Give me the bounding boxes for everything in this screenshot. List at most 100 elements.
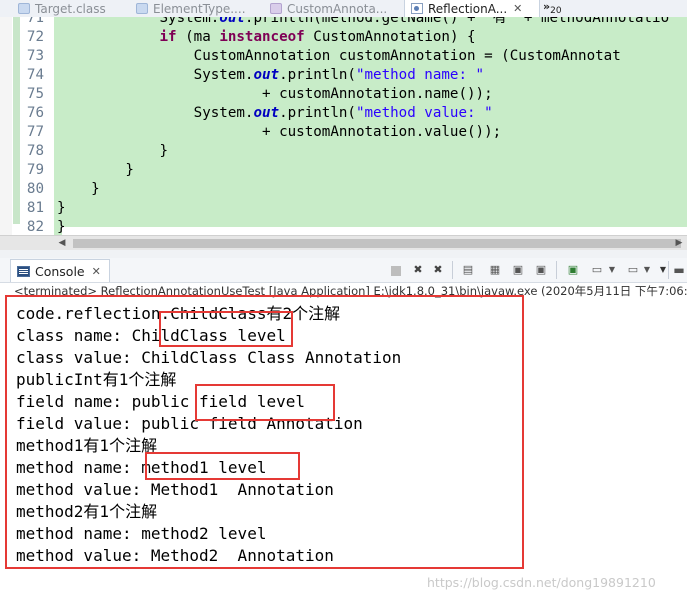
editor-tab-elementtype[interactable]: ElementType.... xyxy=(136,0,262,17)
line-number: 75 xyxy=(26,86,44,102)
class-file-icon xyxy=(136,3,148,14)
line-number: 72 xyxy=(26,29,44,45)
tab-overflow-button[interactable]: »20 xyxy=(543,0,562,16)
code-token: if xyxy=(159,29,177,45)
close-icon[interactable]: ✕ xyxy=(92,265,101,278)
code-token: .println( xyxy=(279,67,356,83)
line-number: 74 xyxy=(26,67,44,83)
code-token: + customAnnotation.value()); xyxy=(57,124,502,140)
line-number: 82 xyxy=(26,219,44,235)
console-tab-label: Console xyxy=(35,263,85,279)
code-text: System.out.println("method value: " xyxy=(57,104,493,123)
code-token: } xyxy=(57,200,66,216)
code-token: out xyxy=(219,17,245,26)
chevron-down-icon[interactable]: ▼ xyxy=(639,262,655,278)
remove-launch-icon[interactable]: ✖ xyxy=(410,262,426,278)
code-token: CustomAnnotation) { xyxy=(304,29,476,45)
code-token: "method name: " xyxy=(355,67,485,83)
code-line: 79 } xyxy=(0,161,687,180)
code-line: 80 } xyxy=(0,180,687,199)
clear-console-icon[interactable]: ▦ xyxy=(487,262,503,278)
line-number: 79 xyxy=(26,162,44,178)
show-stderr-icon[interactable]: ▣ xyxy=(533,262,549,278)
terminate-icon[interactable] xyxy=(391,266,401,276)
chevron-down-icon[interactable]: ▼ xyxy=(604,262,620,278)
code-text: } xyxy=(57,218,66,235)
pin-console-icon[interactable]: ▣ xyxy=(565,262,581,278)
scrollbar-thumb[interactable] xyxy=(73,239,681,248)
code-line: 72 if (ma instanceof CustomAnnotation) { xyxy=(0,28,687,47)
code-text: } xyxy=(57,180,100,199)
code-token: } xyxy=(57,143,169,159)
class-file-icon xyxy=(18,3,30,14)
code-text: } xyxy=(57,161,134,180)
code-text: } xyxy=(57,142,168,161)
line-number: 71 xyxy=(26,17,44,26)
code-token: System. xyxy=(57,67,254,83)
code-text: } xyxy=(57,199,66,218)
code-line: 81} xyxy=(0,199,687,218)
line-number: 73 xyxy=(26,48,44,64)
code-token: .println( xyxy=(279,105,356,121)
close-icon[interactable]: ✕ xyxy=(513,2,522,15)
editor-tab-label: Target.class xyxy=(35,1,106,16)
show-stdout-icon[interactable]: ▣ xyxy=(510,262,526,278)
code-line: 77 + customAnnotation.value()); xyxy=(0,123,687,142)
class-level-highlight-box xyxy=(159,311,293,347)
line-number: 80 xyxy=(26,181,44,197)
code-line: 71 System.out.println(method.getName() +… xyxy=(0,17,687,28)
code-text: if (ma instanceof CustomAnnotation) { xyxy=(57,28,476,47)
watermark: https://blog.csdn.net/dong19891210 xyxy=(427,575,656,590)
code-token: } xyxy=(57,181,100,197)
code-token: System. xyxy=(57,105,254,121)
console-icon xyxy=(17,265,30,277)
console-tab[interactable]: Console ✕ xyxy=(10,259,110,282)
console-output[interactable]: code.reflection.ChildClass有2个注解 class nam… xyxy=(0,295,687,605)
code-editor[interactable]: 71 System.out.println(method.getName() +… xyxy=(0,17,687,235)
annotation-file-icon xyxy=(270,3,282,14)
remove-all-terminated-icon[interactable]: ✖ xyxy=(430,262,446,278)
editor-tab-label: CustomAnnota... xyxy=(287,1,388,16)
scroll-left-icon[interactable]: ◀ xyxy=(55,236,69,250)
editor-tab-strip: Target.class ElementType.... CustomAnnot… xyxy=(0,0,687,18)
code-token: } xyxy=(57,162,134,178)
editor-horizontal-scrollbar[interactable]: ◀ ▶ xyxy=(0,235,687,251)
code-line: 76 System.out.println("method value: " xyxy=(0,104,687,123)
code-token: out xyxy=(253,105,280,121)
code-token: (ma xyxy=(176,29,220,45)
scroll-lock-icon[interactable]: ▤ xyxy=(460,262,476,278)
editor-tab-label: ElementType.... xyxy=(153,1,246,16)
code-text: + customAnnotation.value()); xyxy=(57,123,501,142)
editor-tab-label: ReflectionA... xyxy=(428,1,508,16)
code-token: + customAnnotation.name()); xyxy=(57,86,493,102)
line-number: 77 xyxy=(26,124,44,140)
code-line: 78 } xyxy=(0,142,687,161)
code-line: 82} xyxy=(0,218,687,235)
code-text: + customAnnotation.name()); xyxy=(57,85,493,104)
code-text: System.out.println(method.getName() + "有… xyxy=(57,17,669,28)
code-token: CustomAnnotation customAnnotation = (Cus… xyxy=(57,48,621,64)
code-token: out xyxy=(253,67,280,83)
code-line: 73 CustomAnnotation customAnnotation = (… xyxy=(0,47,687,66)
code-token: } xyxy=(57,219,66,235)
display-console-icon[interactable]: ▭ xyxy=(589,262,605,278)
scroll-right-icon[interactable]: ▶ xyxy=(672,236,686,250)
code-text: CustomAnnotation customAnnotation = (Cus… xyxy=(57,47,621,66)
editor-tab-target-class[interactable]: Target.class xyxy=(18,0,128,17)
minimize-icon[interactable]: ▬ xyxy=(671,262,687,278)
console-view-header: Console ✕ ✖ ✖ ▤ ▦ ▣ ▣ ▣ ▭ ▼ ▭ ▼ ▼ ▬ xyxy=(0,258,687,283)
code-text: System.out.println("method name: " xyxy=(57,66,484,85)
method-level-highlight-box xyxy=(145,452,300,480)
code-token: "method value: " xyxy=(355,105,493,121)
code-token: System. xyxy=(57,17,220,26)
view-divider xyxy=(0,250,687,258)
code-token: .println(method.getName() + "有" + method… xyxy=(244,17,670,26)
editor-tab-reflection[interactable]: ReflectionA... ✕ xyxy=(404,0,540,17)
code-line: 74 System.out.println("method name: " xyxy=(0,66,687,85)
line-number: 78 xyxy=(26,143,44,159)
line-number: 81 xyxy=(26,200,44,216)
code-token: instanceof xyxy=(219,29,305,45)
code-line: 75 + customAnnotation.name()); xyxy=(0,85,687,104)
editor-tab-customannotation[interactable]: CustomAnnota... xyxy=(270,0,396,17)
